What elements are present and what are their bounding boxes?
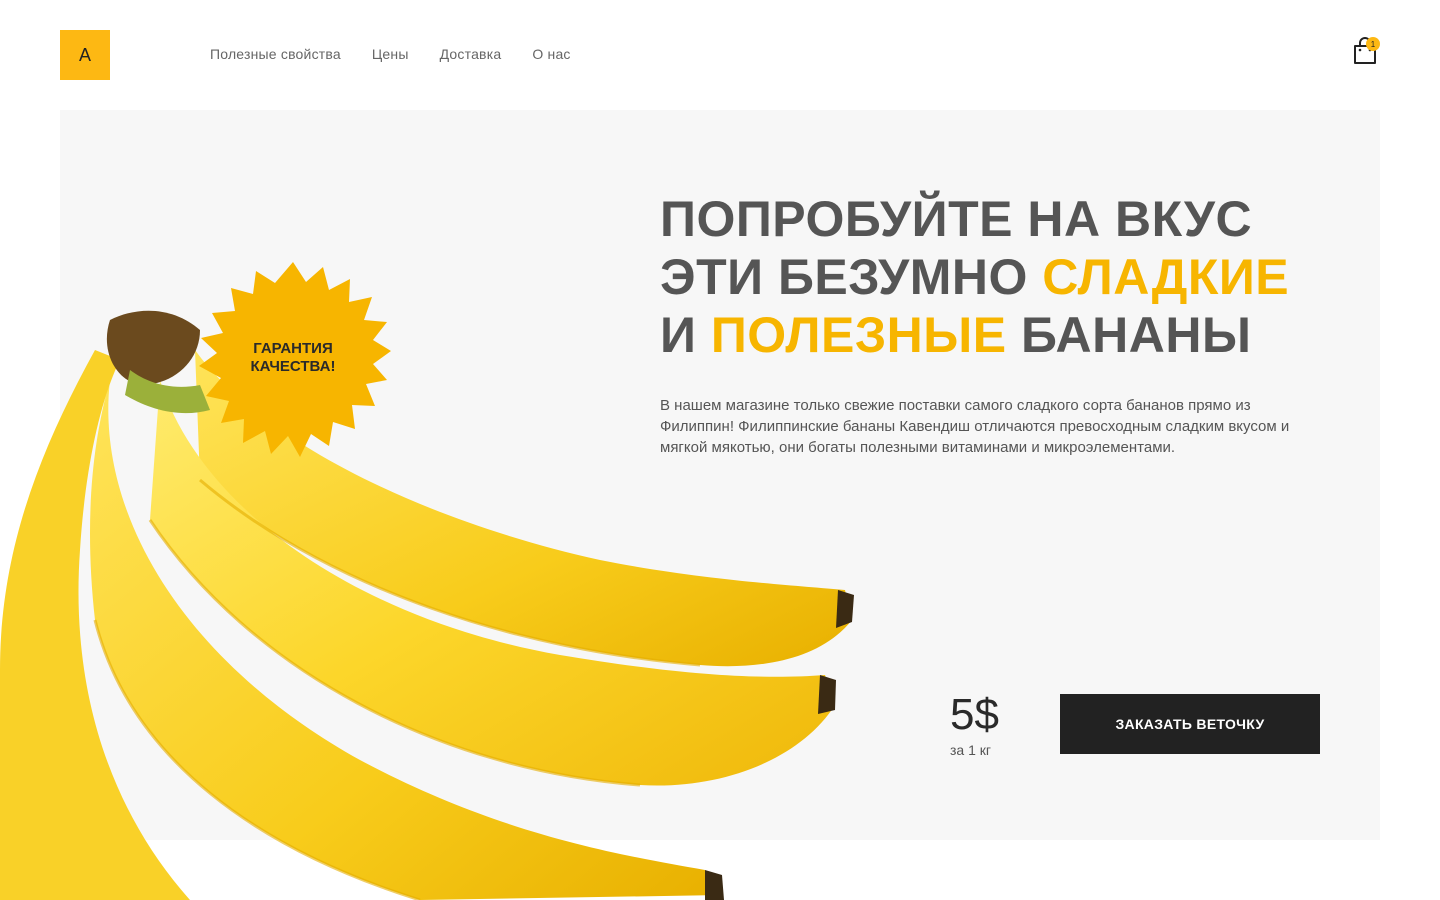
badge-line-1: Гарантия	[253, 340, 333, 357]
badge-line-2: качества!	[250, 358, 336, 375]
headline-accent-sweet: сладкие	[1042, 249, 1290, 305]
logo[interactable]: A	[60, 30, 110, 80]
nav-item-benefits[interactable]: Полезные свойства	[210, 46, 341, 62]
nav-item-about[interactable]: О нас	[532, 46, 570, 62]
headline-line-1: Попробуйте на вкус	[660, 191, 1253, 247]
nav-item-prices[interactable]: Цены	[372, 46, 409, 62]
order-bunch-button[interactable]: Заказать веточку	[1060, 694, 1320, 754]
cart-count-badge: 1	[1366, 37, 1380, 51]
logo-letter: A	[78, 44, 91, 65]
quality-badge-text: Гарантия качества!	[195, 340, 391, 376]
nav-item-delivery[interactable]: Доставка	[440, 46, 502, 62]
headline-line-3c: бананы	[1006, 307, 1252, 363]
main-nav: Полезные свойства Цены Доставка О нас	[210, 46, 571, 62]
cart-button[interactable]: 1	[1352, 36, 1380, 66]
price-value: 5$	[950, 690, 999, 739]
banana-image	[0, 310, 854, 900]
price-unit: за 1 кг	[950, 742, 992, 758]
